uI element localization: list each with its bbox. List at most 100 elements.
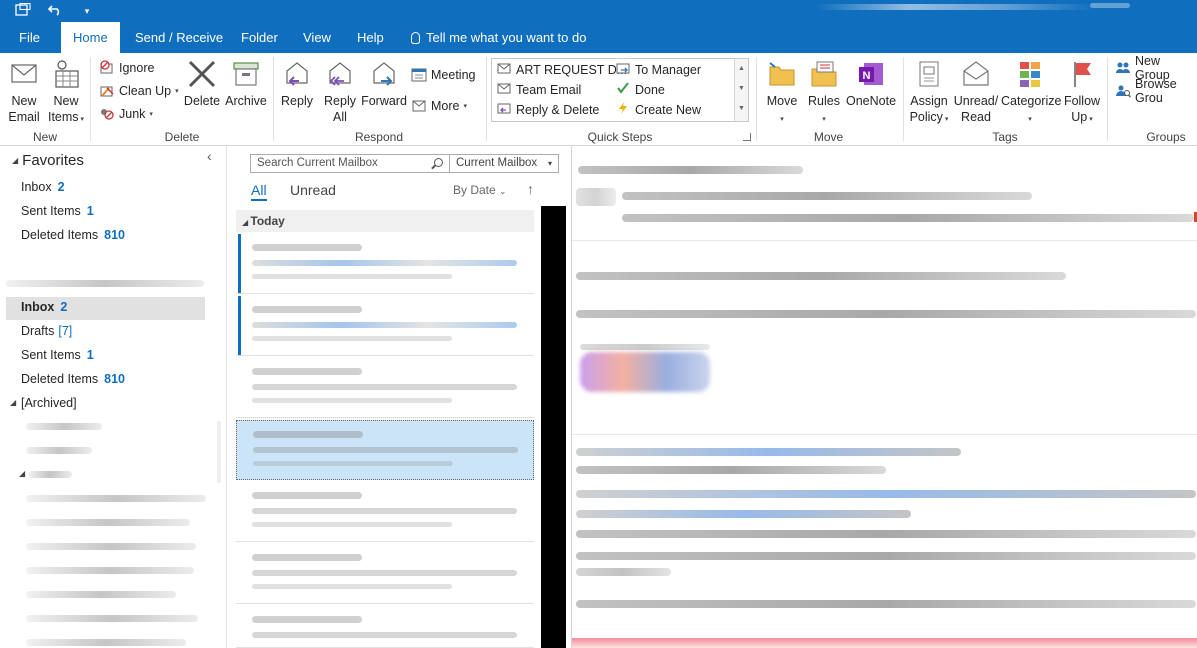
new-email-button[interactable]: New Email (2, 59, 46, 125)
group-divider (273, 57, 274, 141)
tab-home[interactable]: Home (61, 22, 120, 54)
tab-help[interactable]: Help (347, 22, 394, 53)
message-item[interactable] (236, 606, 534, 648)
collapse-triangle-icon[interactable]: ◢ (12, 156, 18, 165)
folder-name: Inbox (21, 300, 55, 314)
filter-unread-tab[interactable]: Unread (290, 182, 336, 198)
dialog-launcher-icon[interactable] (743, 133, 751, 141)
collapse-pane-icon[interactable]: ‹ (207, 148, 212, 164)
quick-steps-scrollbar[interactable]: ▲ ▼ ▼ (734, 59, 748, 121)
favorites-header[interactable]: ◢ Favorites (12, 152, 84, 169)
subfolder-redacted[interactable] (26, 423, 102, 430)
quick-step-reply-delete[interactable]: Reply & Delete (497, 102, 599, 117)
subfolder-redacted[interactable] (26, 615, 198, 622)
tab-view[interactable]: View (293, 22, 341, 53)
message-item[interactable] (236, 234, 534, 294)
folder-inbox[interactable]: Inbox 2 (21, 300, 67, 314)
favorite-folder-sent-items[interactable]: Sent Items 1 (21, 204, 94, 218)
more-respond-button[interactable]: More ▾ (411, 96, 467, 116)
favorite-folder-deleted-items[interactable]: Deleted Items 810 (21, 228, 125, 242)
flag-icon (1067, 59, 1097, 89)
subfolder-redacted[interactable] (26, 447, 92, 454)
meeting-label: Meeting (431, 68, 476, 82)
subfolder-redacted[interactable] (26, 543, 196, 550)
folder-pane-scrollbar[interactable] (217, 421, 221, 483)
favorite-folder-inbox[interactable]: Inbox 2 (21, 180, 65, 194)
tab-file[interactable]: File (9, 22, 50, 53)
quick-step-art-request[interactable]: ART REQUEST D... (497, 62, 627, 77)
reply-all-button[interactable]: Reply All (320, 59, 360, 125)
junk-button[interactable]: Junk ▾ (99, 104, 153, 124)
tab-folder[interactable]: Folder (231, 22, 288, 53)
expand-triangle-icon[interactable]: ◢ (10, 398, 16, 407)
quick-access-toolbar: ▾ (14, 0, 96, 22)
rules-button[interactable]: Rules ▾ (805, 59, 843, 128)
browse-groups-button[interactable]: Browse Grou (1115, 77, 1197, 105)
account-name-redacted (6, 280, 204, 287)
delete-button[interactable]: Delete (183, 59, 221, 109)
message-item[interactable] (236, 358, 534, 418)
tab-send-receive[interactable]: Send / Receive (125, 22, 233, 53)
assign-policy-button[interactable]: Assign Policy ▾ (906, 59, 952, 128)
body-link-redacted[interactable] (576, 490, 1196, 498)
search-input[interactable]: Search Current Mailbox (250, 154, 450, 173)
message-item[interactable] (236, 482, 534, 542)
chevron-down-icon: ▾ (175, 88, 179, 95)
subfolder-redacted[interactable] (28, 471, 72, 478)
expand-gallery-icon[interactable]: ▼ (735, 99, 748, 119)
undo-icon[interactable] (46, 3, 64, 19)
unread-read-button[interactable]: Unread/ Read (953, 59, 999, 125)
categorize-button[interactable]: Categorize ▾ (1001, 59, 1061, 128)
search-scope-dropdown[interactable]: Current Mailbox ▾ (449, 154, 559, 173)
archive-button[interactable]: Archive (224, 59, 268, 109)
chevron-down-icon: ▾ (78, 116, 85, 123)
reply-button[interactable]: Reply (279, 59, 315, 109)
scroll-down-icon[interactable]: ▼ (735, 79, 748, 99)
onenote-button[interactable]: N OneNote (845, 59, 897, 109)
quick-step-create-new[interactable]: Create New (616, 102, 701, 117)
chevron-down-icon: ▾ (822, 116, 826, 123)
follow-up-button[interactable]: Follow Up ▾ (1061, 59, 1103, 128)
quick-step-team-email[interactable]: Team Email (497, 82, 581, 97)
group-label-new: New (32, 130, 57, 144)
forward-button[interactable]: Forward (361, 59, 407, 109)
subfolder-redacted[interactable] (26, 567, 194, 574)
body-line-redacted (576, 530, 1196, 538)
sort-direction-arrow-icon[interactable]: ↑ (527, 181, 534, 197)
subfolder-redacted[interactable] (26, 639, 186, 646)
message-item[interactable] (236, 296, 534, 356)
message-item[interactable] (236, 544, 534, 604)
scroll-up-icon[interactable]: ▲ (735, 59, 748, 79)
body-link-redacted[interactable] (576, 448, 961, 456)
subfolder-redacted[interactable] (26, 591, 176, 598)
sort-by-dropdown[interactable]: By Date ⌄ (453, 183, 507, 197)
customize-qat-icon[interactable]: ▾ (78, 6, 96, 17)
folder-drafts[interactable]: Drafts [7] (21, 324, 72, 338)
ignore-button[interactable]: Ignore (99, 58, 154, 78)
quick-step-to-manager[interactable]: To Manager (616, 62, 701, 77)
folder-archived[interactable]: [Archived] (21, 396, 77, 410)
subfolder-redacted[interactable] (26, 519, 190, 526)
subfolder-redacted[interactable] (26, 495, 206, 502)
search-icon[interactable] (434, 158, 443, 167)
more-label: More (431, 99, 460, 113)
clean-up-button[interactable]: Clean Up ▾ (99, 81, 179, 101)
sender-avatar-redacted (576, 188, 616, 206)
move-button[interactable]: Move ▾ (762, 59, 802, 128)
group-header-today[interactable]: ◢ Today (236, 210, 534, 232)
ignore-icon (99, 60, 115, 76)
body-link-redacted[interactable] (576, 510, 911, 518)
folder-deleted-items[interactable]: Deleted Items 810 (21, 372, 125, 386)
meeting-button[interactable]: Meeting (411, 65, 475, 85)
expand-triangle-icon[interactable]: ◢ (19, 469, 25, 478)
folder-sent-items[interactable]: Sent Items 1 (21, 348, 94, 362)
new-items-button[interactable]: New Items ▾ (45, 59, 87, 128)
quick-step-done[interactable]: Done (616, 82, 665, 97)
new-group-button[interactable]: New Group (1115, 54, 1197, 82)
message-item-selected[interactable] (236, 420, 534, 480)
tell-me-box[interactable]: Tell me what you want to do (401, 22, 596, 53)
reading-pane (571, 146, 1197, 648)
delete-label: Delete (183, 94, 221, 108)
filter-all-tab[interactable]: All (251, 182, 267, 201)
forward-icon (369, 59, 399, 89)
